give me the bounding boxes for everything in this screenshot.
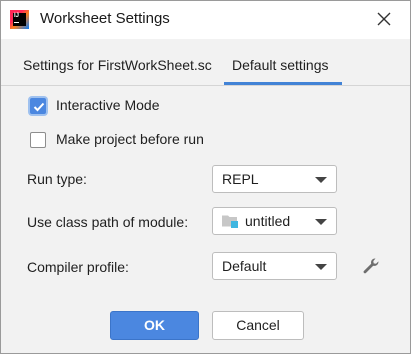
chevron-down-icon xyxy=(315,177,327,183)
run-type-value: REPL xyxy=(222,171,259,187)
title-bar: IJ Worksheet Settings xyxy=(1,1,410,39)
chevron-down-icon xyxy=(315,264,327,270)
worksheet-settings-dialog: IJ Worksheet Settings Settings for First… xyxy=(0,0,411,354)
cancel-button[interactable]: Cancel xyxy=(212,311,304,340)
interactive-mode-checkbox[interactable] xyxy=(30,98,46,114)
interactive-mode-label: Interactive Mode xyxy=(56,97,160,113)
class-path-value: untitled xyxy=(245,213,291,229)
tab-settings-for-worksheet[interactable]: Settings for FirstWorkSheet.sc xyxy=(23,57,212,73)
compiler-profile-value: Default xyxy=(222,258,267,274)
compiler-profile-dropdown[interactable]: Default xyxy=(212,252,337,280)
ok-button[interactable]: OK xyxy=(110,311,199,340)
run-type-label: Run type: xyxy=(27,171,87,187)
make-project-label: Make project before run xyxy=(56,131,204,147)
class-path-label: Use class path of module: xyxy=(27,214,189,230)
window-title: Worksheet Settings xyxy=(40,10,170,27)
tab-bar: Settings for FirstWorkSheet.sc Default s… xyxy=(1,39,410,86)
run-type-dropdown[interactable]: REPL xyxy=(212,165,337,193)
active-tab-indicator xyxy=(224,82,342,85)
tab-default-settings[interactable]: Default settings xyxy=(232,57,329,73)
chevron-down-icon xyxy=(315,219,327,225)
class-path-module-dropdown[interactable]: untitled xyxy=(212,207,337,235)
checkmark-icon xyxy=(33,102,45,112)
intellij-icon: IJ xyxy=(10,10,29,29)
module-folder-icon xyxy=(222,215,238,228)
compiler-profile-label: Compiler profile: xyxy=(27,259,129,275)
wrench-icon[interactable] xyxy=(361,256,381,276)
make-project-checkbox[interactable] xyxy=(30,132,46,148)
close-icon[interactable] xyxy=(375,10,393,28)
